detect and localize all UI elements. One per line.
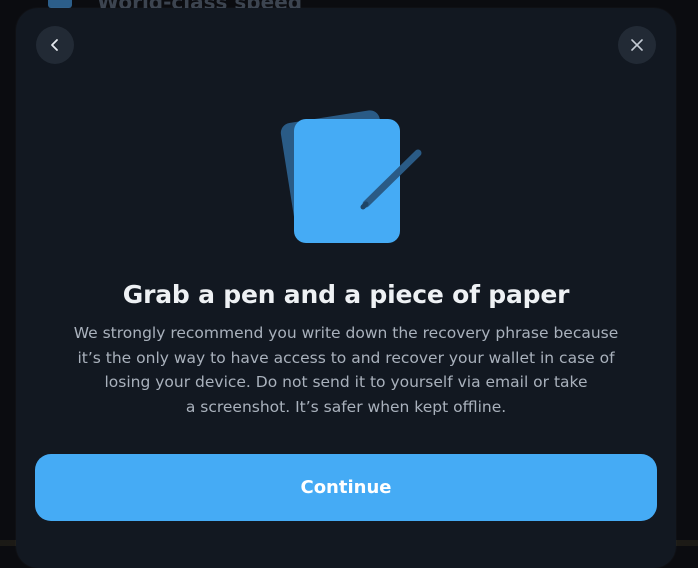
close-button[interactable] [618, 26, 656, 64]
chevron-left-icon [48, 38, 62, 52]
back-button[interactable] [36, 26, 74, 64]
modal-description: We strongly recommend you write down the… [38, 321, 654, 419]
description-line: losing your device. Do not send it to yo… [104, 373, 588, 391]
modal-title: Grab a pen and a piece of paper [122, 280, 570, 309]
description-line: a screenshot. It’s safer when kept offli… [185, 397, 507, 416]
close-icon [630, 38, 644, 52]
continue-button[interactable]: Continue [35, 454, 657, 521]
backdrop-feature-icon [48, 0, 72, 8]
recovery-phrase-modal: Grab a pen and a piece of paper We stron… [16, 8, 676, 568]
paper-and-pen-icon [280, 108, 430, 248]
description-line: it’s the only way to have access to and … [77, 348, 615, 367]
description-line: We strongly recommend you write down the… [73, 324, 619, 342]
